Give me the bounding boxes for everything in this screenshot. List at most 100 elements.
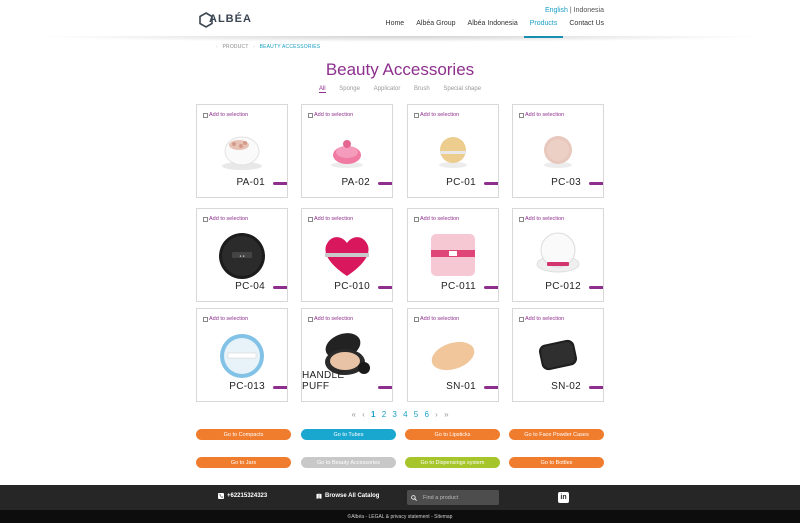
product-code: SN-02 [551,381,581,392]
pink-puff-image [331,140,363,168]
product-card[interactable]: Add to selection HANDLE PUFF [301,308,393,402]
product-card[interactable]: Add to selection PC-011 [407,208,499,302]
page-link-5[interactable]: 5 [414,410,418,419]
nav-products[interactable]: Products [523,17,564,38]
product-code: PC-01 [446,177,476,188]
phone-icon [218,493,224,499]
nav-contact-us[interactable]: Contact Us [563,17,610,38]
blue-puff-image [220,334,264,378]
checkbox-icon[interactable] [308,316,313,322]
page-link-3[interactable]: 3 [392,410,396,419]
add-to-selection[interactable]: Add to selection [308,112,353,118]
footer-catalog-link[interactable]: Browse All Catalog [316,493,379,499]
site-footer: +62215324323 Browse All Catalog in [0,485,800,510]
round-sponge-image [544,136,572,168]
card-accent-bar [378,286,392,289]
black-sponge-image [538,339,578,371]
page-link-1[interactable]: 1 [371,410,375,419]
card-accent-bar [589,182,603,185]
filter-special-shape[interactable]: Special shape [443,86,481,92]
go-to-face-powder-cases-button[interactable]: Go to Face Powder Cases [509,429,604,440]
checkbox-icon[interactable] [519,316,524,322]
linkedin-icon[interactable]: in [558,492,569,503]
nav-albea-indonesia[interactable]: Albéa Indonesia [462,17,524,38]
checkbox-icon[interactable] [203,316,208,322]
pagination: « ‹ 1 2 3 4 5 6 › » [0,410,800,419]
checkbox-icon[interactable] [519,112,524,118]
checkbox-icon[interactable] [308,216,313,222]
add-to-selection[interactable]: Add to selection [414,216,459,222]
add-to-selection[interactable]: Add to selection [519,216,564,222]
square-puff-image [431,234,475,276]
page-link-4[interactable]: 4 [403,410,407,419]
product-card[interactable]: Add to selection PC-01 [407,104,499,198]
card-accent-bar [273,182,287,185]
product-card[interactable]: Add to selection PC-012 [512,208,604,302]
checkbox-icon[interactable] [203,112,208,118]
add-to-selection[interactable]: Add to selection [519,112,564,118]
add-to-selection[interactable]: Add to selection [203,112,248,118]
product-card[interactable]: Add to selection PC-010 [301,208,393,302]
logo-text: ALBÉA [209,13,252,25]
page-link-6[interactable]: 6 [424,410,428,419]
breadcrumb-product[interactable]: PRODUCT [222,44,248,50]
add-to-selection-label: Add to selection [314,112,354,118]
prev-page-icon[interactable]: ‹ [362,410,365,419]
product-code: PC-04 [235,281,265,292]
checkbox-icon[interactable] [203,216,208,222]
product-card[interactable]: Add to selection ● ● PC-04 [196,208,288,302]
checkbox-icon[interactable] [414,316,419,322]
go-to-beauty-accessories-button[interactable]: Go to Beauty Accessories [301,457,396,468]
nav-albea-group[interactable]: Albéa Group [410,17,461,38]
albea-logo[interactable]: ALBÉA [199,10,252,30]
product-card[interactable]: Add to selection PA-01 [196,104,288,198]
go-to-dispensing-system-button[interactable]: Go to Dispensings system [405,457,500,468]
go-to-tubes-button[interactable]: Go to Tubes [301,429,396,440]
product-code: PC-03 [551,177,581,188]
add-to-selection[interactable]: Add to selection [308,216,353,222]
lang-english[interactable]: English [545,7,568,14]
phone-number: +62215324323 [227,493,268,499]
add-to-selection[interactable]: Add to selection [203,316,248,322]
product-card[interactable]: Add to selection SN-02 [512,308,604,402]
nav-home[interactable]: Home [380,17,411,38]
first-page-icon[interactable]: « [351,410,355,419]
go-to-lipsticks-button[interactable]: Go to Lipsticks [405,429,500,440]
add-to-selection[interactable]: Add to selection [414,316,459,322]
product-card[interactable]: Add to selection PC-03 [512,104,604,198]
checkbox-icon[interactable] [414,216,419,222]
filter-brush[interactable]: Brush [414,86,430,92]
filter-all[interactable]: All [318,86,326,93]
filter-tabs: All Sponge Applicator Brush Special shap… [0,86,800,93]
add-to-selection[interactable]: Add to selection [308,316,353,322]
go-to-compacts-button[interactable]: Go to Compacts [196,429,291,440]
lang-indonesia[interactable]: Indonesia [574,7,604,14]
go-to-bottles-button[interactable]: Go to Bottles [509,457,604,468]
filter-sponge[interactable]: Sponge [339,86,360,92]
page-link-2[interactable]: 2 [382,410,386,419]
checkbox-icon[interactable] [519,216,524,222]
lang-separator: | [569,7,572,14]
add-to-selection[interactable]: Add to selection [519,316,564,322]
product-code: PC-012 [545,281,581,292]
add-to-selection[interactable]: Add to selection [203,216,248,222]
footer-search-box[interactable] [407,490,499,505]
checkbox-icon[interactable] [308,112,313,118]
footer-phone[interactable]: +62215324323 [218,493,267,499]
product-card[interactable]: Add to selection SN-01 [407,308,499,402]
legal-links[interactable]: ©Albéa - LEGAL & privacy statement - Sit… [348,514,453,520]
go-to-jars-button[interactable]: Go to Jars [196,457,291,468]
filter-applicator[interactable]: Applicator [374,86,401,92]
product-card[interactable]: Add to selection PC-013 [196,308,288,402]
catalog-label: Browse All Catalog [325,493,380,499]
last-page-icon[interactable]: » [444,410,448,419]
footer-search-input[interactable] [423,494,493,501]
search-icon[interactable] [411,494,417,501]
add-to-selection[interactable]: Add to selection [414,112,459,118]
next-page-icon[interactable]: › [435,410,438,419]
checkbox-icon[interactable] [414,112,419,118]
powder-puff-image [222,136,262,170]
black-puff-image: ● ● [219,233,265,279]
product-card[interactable]: Add to selection PA-02 [301,104,393,198]
add-to-selection-label: Add to selection [525,112,565,118]
